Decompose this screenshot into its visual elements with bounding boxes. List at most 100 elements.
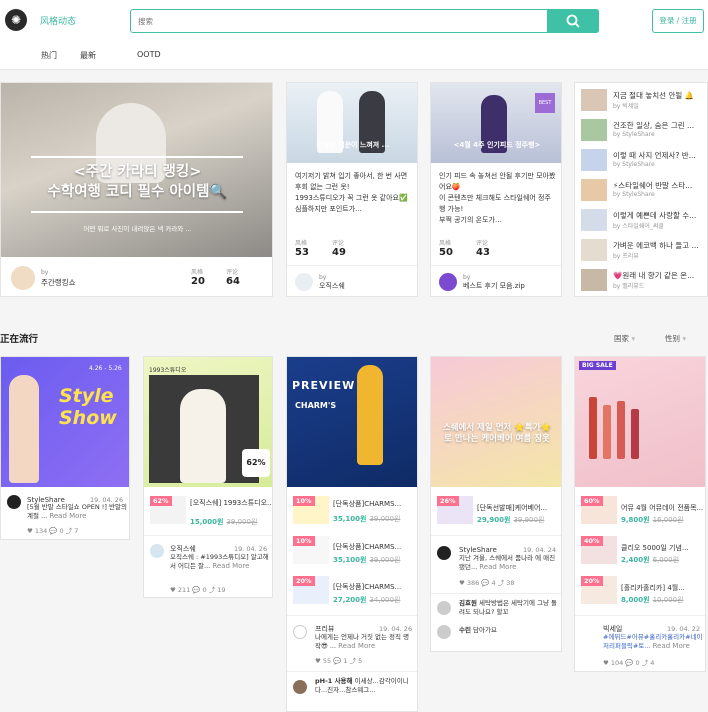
filter-gender[interactable]: 性别 ▾ — [665, 333, 686, 344]
trend-card[interactable]: 1993스튜디오 62% 62% [오직스쉐] 1993스튜디오... 15,0… — [143, 356, 273, 598]
list-item-title: 이렇 때 사지 언제사? 반... — [613, 151, 696, 160]
avatar[interactable] — [437, 625, 451, 639]
comment: 김효원 세탁방법은 세탁기에 그냥 돌려도 되나요? 할꼬 — [459, 599, 559, 617]
product-title[interactable]: [단독상품]CHARMS... — [333, 582, 401, 592]
search-input[interactable] — [138, 14, 538, 28]
product-image[interactable]: 10% — [293, 536, 329, 564]
nav-title[interactable]: 风格动态 — [40, 14, 76, 27]
product-image[interactable]: 20% — [581, 576, 617, 604]
featured-title-1: <주간 카라티 랭킹> — [73, 164, 202, 180]
avatar[interactable] — [11, 266, 35, 290]
product-title[interactable]: [단독상품]CHARMS... — [333, 499, 401, 509]
product-title[interactable]: 클리오 5000일 기념... — [621, 543, 689, 553]
product-title[interactable]: [단독선발매]케어베어... — [477, 503, 547, 513]
feed-card[interactable]: 청량한 키운이 느껴져 ... 여기저기 밝쳐 입기 좋아서, 한 번 사면 후… — [286, 82, 418, 297]
trend-card[interactable]: BIG SALE 60% 어뮤 4월 어뮤데이 전품목... 9,800원 16,… — [574, 356, 706, 672]
comment-user[interactable]: 수린 — [459, 626, 471, 634]
comment-user[interactable]: 김효원 — [459, 599, 477, 607]
brand-label: CHARM'S — [295, 401, 337, 410]
list-item-by: by StyleShare — [613, 161, 655, 168]
product-title[interactable]: [홀리카홀리카] 4월... — [621, 583, 685, 593]
read-more-link[interactable]: Read More — [653, 642, 690, 650]
card-banner: <4월 4주 인기피드 정주행> — [453, 141, 541, 149]
trend-card[interactable]: 스쉐에서 제일 먼저 ⭐특가⭐로 만나는 케어베어 여름 잠옷 26% [단독선… — [430, 356, 562, 652]
list-item-title: 가벼운 에코백 하나 들고 ... — [613, 241, 699, 250]
product-title[interactable]: [단독상품]CHARMS... — [333, 542, 401, 552]
list-item[interactable]: ⚡스타일쉐어 반말 스타... by StyleShare — [581, 179, 705, 201]
avatar[interactable] — [437, 546, 451, 560]
list-item[interactable]: 건조한 일상, 숨은 그린 ... by StyleShare — [581, 119, 705, 141]
avatar[interactable] — [295, 273, 313, 291]
card-text: 여기저기 밝쳐 입기 좋아서, 한 번 사면 후회 없는 그런 옷! 1993스… — [295, 172, 408, 213]
price: 27,200원 — [333, 596, 367, 604]
comment: 수린 담아가요 — [459, 626, 559, 635]
post-meta: ♥ 211 💬 0 ⤴ 19 — [170, 586, 226, 594]
featured-caption: 어떤 뭐로 사진이 내려앉은 넥 카라와 ... — [83, 225, 192, 233]
old-price: 16,000원 — [652, 516, 684, 524]
tab-ootd[interactable]: OOTD — [137, 50, 161, 59]
avatar[interactable] — [293, 625, 307, 639]
product-title[interactable]: 어뮤 4월 어뮤데이 전품목... — [621, 503, 703, 513]
list-item[interactable]: 지금 절대 놓치선 안될 🔔 by 빅세일 — [581, 89, 705, 111]
list-item-title: 💗원래 내 향기 같은 온... — [613, 271, 695, 280]
preview-label: PREVIEW — [292, 379, 356, 392]
comment-user[interactable]: pH-1 사용해 — [315, 677, 353, 685]
product-image[interactable]: 62% — [150, 496, 186, 524]
author-name[interactable]: 주간랭킹쇼 — [41, 277, 76, 289]
discount-badge: 10% — [293, 536, 315, 546]
section-title: 正在流行 — [0, 334, 39, 345]
discount-badge: 20% — [293, 576, 315, 586]
author-name[interactable]: 오직스쉐 — [319, 280, 345, 292]
avatar[interactable] — [437, 601, 451, 615]
tab-hot[interactable]: 热门 — [41, 50, 57, 61]
product-price: 15,000원 39,000원 — [190, 517, 257, 527]
read-more-link[interactable]: Read More — [212, 562, 249, 570]
discount-badge: 26% — [437, 496, 459, 506]
avatar[interactable] — [150, 544, 164, 558]
old-price: 6,000원 — [652, 556, 680, 564]
avatar[interactable] — [293, 680, 307, 694]
featured-card[interactable]: <주간 카라티 랭킹> 수학여행 코디 필수 아이템🔍 어떤 뭐로 사진이 내려… — [0, 82, 273, 297]
list-item-title: 이렇게 예쁜데 사랑할 수... — [613, 211, 697, 220]
post-date: 19. 04. 26 — [234, 545, 268, 553]
trend-card[interactable]: PREVIEW CHARM'S 10% [단독상품]CHARMS... 35,1… — [286, 356, 418, 712]
read-more-link[interactable]: Read More — [338, 642, 375, 650]
likes-label: 风格 — [295, 240, 308, 247]
tab-new[interactable]: 最新 — [80, 50, 96, 61]
list-item-title: ⚡스타일쉐어 반말 스타... — [613, 181, 693, 190]
product-image[interactable]: 20% — [293, 576, 329, 604]
product-image[interactable]: 60% — [581, 496, 617, 524]
card-text: 인기 피드 속 놓쳐선 안될 후기만 모아봤어요🍑 이 콘텐츠만 체크해도 스타… — [439, 172, 556, 224]
product-price: 9,800원 16,000원 — [621, 515, 684, 525]
trend-card[interactable]: 4.26 - 5.26 Style Show StyleShare 19. 04… — [0, 356, 130, 540]
divider — [287, 265, 417, 266]
product-image[interactable]: 26% — [437, 496, 473, 524]
list-item[interactable]: 이렇게 예쁜데 사랑할 수... by 스타일쉐어_써클 — [581, 209, 705, 231]
list-item-title: 건조한 일상, 숨은 그린 ... — [613, 121, 695, 130]
feed-card[interactable]: BEST <4월 4주 인기피드 정주행> 인기 피드 속 놓쳐선 안될 후기만… — [430, 82, 562, 297]
post-meta: ♥ 386 💬 4 ⤴ 38 — [459, 579, 515, 587]
avatar[interactable] — [7, 495, 21, 509]
chevron-down-icon: ▾ — [631, 334, 636, 343]
post-date: 19. 04. 24 — [523, 546, 557, 554]
comments-count: 43 — [476, 247, 490, 258]
comment: pH-1 사용해 이세상...감각이이니다...진자...참스웨그... — [315, 677, 415, 695]
product-title[interactable]: [오직스쉐] 1993스튜디오... — [190, 498, 272, 508]
list-item[interactable]: 💗원래 내 향기 같은 온... by 멜리뷰드 — [581, 269, 705, 291]
read-more-link[interactable]: Read More — [49, 512, 86, 520]
login-button[interactable]: 登录 / 注册 — [652, 9, 704, 33]
top-bar: ✺ 风格动态 登录 / 注册 热门 最新 OOTD — [0, 0, 708, 70]
list-item[interactable]: 이렇 때 사지 언제사? 반... by StyleShare — [581, 149, 705, 171]
lipstick — [617, 401, 625, 459]
thumbnail — [581, 209, 607, 231]
author-name[interactable]: 베스트 후기 모음.zip — [463, 280, 525, 292]
filter-country[interactable]: 国家 ▾ — [614, 333, 635, 344]
read-more-link[interactable]: Read More — [479, 563, 516, 571]
avatar[interactable] — [439, 273, 457, 291]
product-image[interactable]: 40% — [581, 536, 617, 564]
product-price: 8,000원 10,000원 — [621, 595, 684, 605]
product-image[interactable]: 10% — [293, 496, 329, 524]
list-item[interactable]: 가벼운 에코백 하나 들고 ... by 프리뷰 — [581, 239, 705, 261]
logo-icon[interactable]: ✺ — [5, 9, 27, 31]
search-button[interactable] — [547, 8, 599, 33]
